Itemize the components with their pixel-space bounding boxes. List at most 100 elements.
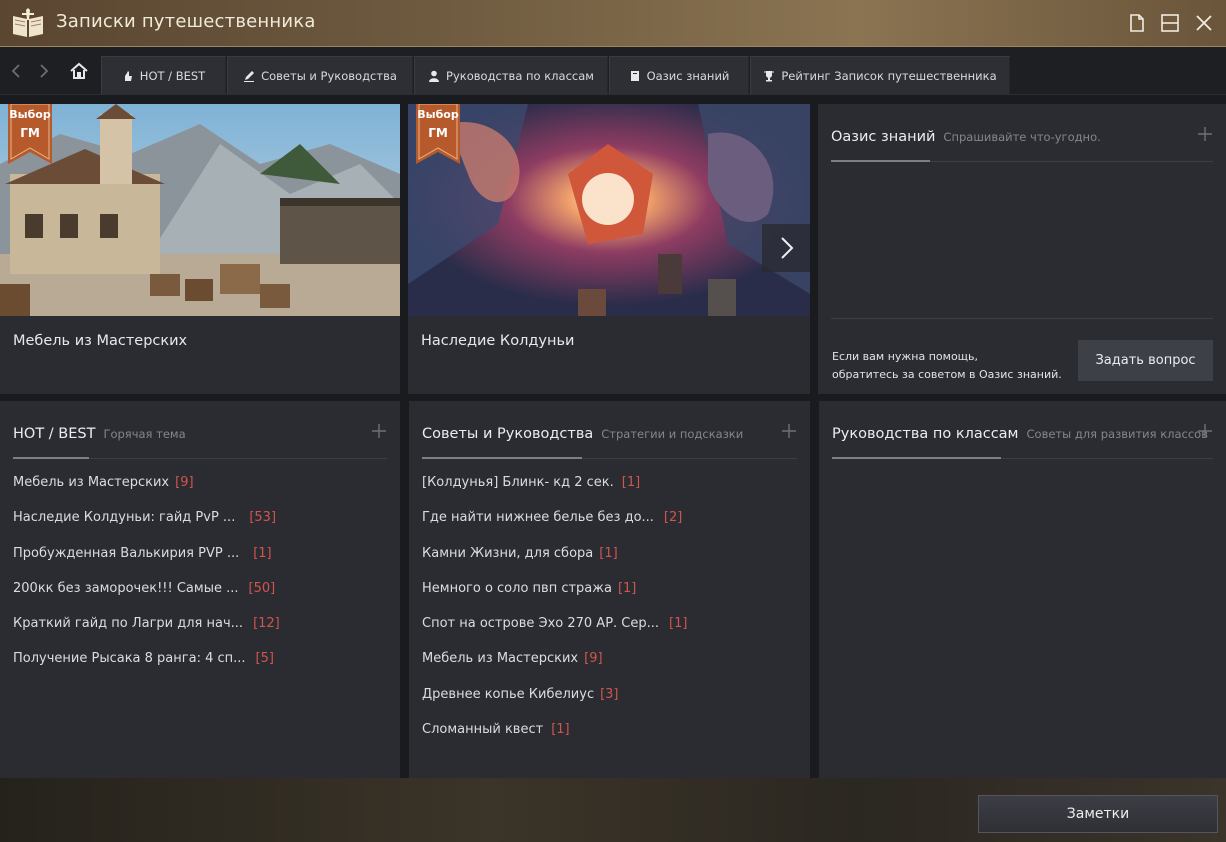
item-title: Где найти нижнее белье без до...	[422, 510, 654, 526]
list-item[interactable]: Камни Жизни, для сбора [1]	[422, 546, 797, 581]
user-icon	[429, 70, 440, 82]
add-plus-icon[interactable]	[781, 423, 797, 439]
featured-card-furniture[interactable]: Выбор ГМ Мебель из Мастерских	[0, 104, 400, 394]
book-logo-icon	[10, 6, 46, 40]
carousel-next-button[interactable]	[762, 224, 810, 272]
classes-subtitle: Советы для развития классов	[1026, 427, 1209, 441]
item-title: Пробужденная Валькирия PVP ...	[13, 545, 240, 561]
help-line1: Если вам нужна помощь,	[832, 350, 979, 363]
item-count: [50]	[248, 580, 276, 596]
list-item[interactable]: [Колдунья] Блинк- кд 2 сек. [1]	[422, 475, 797, 510]
gm-choice-badge: Выбор ГМ	[416, 104, 460, 164]
item-title: 200кк без заморочек!!! Самые ...	[13, 580, 239, 596]
title-bar: Записки путешественника	[0, 0, 1226, 47]
item-count: [9]	[175, 475, 194, 490]
pen-icon	[244, 70, 255, 82]
forward-arrow-icon[interactable]	[34, 61, 52, 81]
list-item[interactable]: Мебель из Мастерских [9]	[13, 475, 387, 510]
list-item[interactable]: Мебель из Мастерских [9]	[422, 651, 797, 686]
tab-rating[interactable]: Рейтинг Записок путешественника	[750, 56, 1010, 94]
list-item[interactable]: Получение Рысака 8 ранга: 4 сп... [5]	[13, 651, 387, 686]
badge-line2: ГМ	[428, 126, 448, 140]
list-item[interactable]: Где найти нижнее белье без до... [2]	[422, 510, 797, 545]
item-count: [1]	[621, 475, 641, 490]
guides-list: [Колдунья] Блинк- кд 2 сек. [1] Где найти…	[422, 475, 797, 757]
oasis-help-text: Если вам нужна помощь, обратитесь за сов…	[832, 348, 1062, 384]
item-count: [9]	[584, 651, 603, 667]
list-item[interactable]: Пробужденная Валькирия PVP ... [1]	[13, 546, 387, 581]
list-item[interactable]: 200кк без заморочек!!! Самые ... [50]	[13, 581, 387, 616]
hot-title: HOT / BEST	[13, 426, 96, 442]
featured-card-sorceress[interactable]: Выбор ГМ Наследие Колдуньи	[408, 104, 810, 394]
item-count: [1]	[599, 545, 618, 561]
hot-list: Мебель из Мастерских [9] Наследие Колдунь…	[13, 475, 387, 687]
item-count: [2]	[663, 510, 683, 526]
divider	[831, 318, 1213, 319]
featured-image-sorceress	[408, 104, 810, 316]
item-title: Мебель из Мастерских	[13, 475, 170, 490]
item-title: Наследие Колдуньи: гайд PvP ...	[13, 510, 236, 526]
item-count: [12]	[253, 616, 280, 632]
back-arrow-icon[interactable]	[8, 61, 26, 81]
featured-caption: Мебель из Мастерских	[13, 333, 188, 349]
tab-hot-best[interactable]: HOT / BEST	[101, 56, 226, 94]
add-plus-icon[interactable]	[1197, 423, 1213, 439]
item-count: [1]	[551, 722, 570, 738]
help-line2: обратитесь за советом в Оазис знаний.	[832, 368, 1062, 381]
item-title: Мебель из Мастерских	[422, 651, 579, 667]
item-count: [5]	[255, 651, 274, 667]
trophy-icon	[764, 70, 775, 81]
active-underline	[832, 457, 1001, 459]
item-count: [1]	[253, 545, 272, 561]
tab-label: Руководства по классам	[446, 68, 594, 83]
close-icon[interactable]	[1193, 12, 1215, 34]
list-item[interactable]: Немного о соло пвп стража [1]	[422, 581, 797, 616]
tab-label: Оазис знаний	[646, 68, 730, 83]
tab-oasis[interactable]: Оазис знаний	[609, 56, 749, 94]
nav-bar: HOT / BEST Советы и Руководства Руководс…	[0, 47, 1226, 95]
oasis-title: Оазис знаний	[831, 129, 936, 145]
item-title: Сломанный квест	[422, 722, 544, 738]
note-icon[interactable]	[1126, 12, 1148, 34]
item-title: Древнее копье Кибелиус	[422, 686, 595, 702]
tab-label: HOT / BEST	[139, 68, 206, 83]
add-plus-icon[interactable]	[1197, 126, 1213, 142]
tab-class-guides[interactable]: Руководства по классам	[414, 56, 608, 94]
window-title: Записки путешественника	[56, 11, 316, 32]
hot-subtitle: Горячая тема	[103, 427, 186, 441]
list-item[interactable]: Наследие Колдуньи: гайд PvP ... [53]	[13, 510, 387, 545]
ask-question-button[interactable]: Задать вопрос	[1078, 340, 1213, 381]
guides-title: Советы и Руководства	[422, 426, 594, 442]
list-item[interactable]: Спот на острове Эхо 270 АР. Сер... [1]	[422, 616, 797, 651]
list-item[interactable]: Краткий гайд по Лагри для нач... [12]	[13, 616, 387, 651]
tab-guides[interactable]: Советы и Руководства	[227, 56, 413, 94]
gm-choice-badge: Выбор ГМ	[8, 104, 52, 164]
featured-image-workshop	[0, 104, 400, 316]
badge-line1: Выбор	[9, 108, 51, 121]
hot-best-panel: HOT / BEST Горячая тема Мебель из Мастерс…	[0, 401, 400, 778]
badge-line2: ГМ	[20, 126, 40, 140]
active-underline	[422, 457, 582, 459]
active-underline	[831, 160, 930, 162]
add-plus-icon[interactable]	[371, 423, 387, 439]
active-underline	[13, 457, 89, 459]
home-icon[interactable]	[68, 61, 90, 81]
item-title: Немного о соло пвп стража	[422, 580, 612, 596]
maximize-icon[interactable]	[1159, 12, 1181, 34]
item-count: [3]	[600, 686, 619, 702]
item-title: Спот на острове Эхо 270 АР. Сер...	[422, 616, 660, 632]
list-item[interactable]: Древнее копье Кибелиус [3]	[422, 687, 797, 722]
hand-icon	[124, 70, 132, 81]
tab-label: Рейтинг Записок путешественника	[781, 68, 997, 83]
classes-title: Руководства по классам	[832, 426, 1019, 442]
guides-panel: Советы и Руководства Стратегии и подсказк…	[409, 401, 810, 778]
tab-label: Советы и Руководства	[261, 68, 397, 83]
list-item[interactable]: Сломанный квест [1]	[422, 722, 797, 757]
item-title: Получение Рысака 8 ранга: 4 сп...	[13, 651, 246, 667]
oasis-subtitle: Спрашивайте что-угодно.	[943, 130, 1101, 144]
featured-caption: Наследие Колдуньи	[421, 333, 575, 349]
item-title: Камни Жизни, для сбора	[422, 545, 594, 561]
chevron-right-icon	[781, 237, 794, 259]
notes-button[interactable]: Заметки	[978, 795, 1218, 833]
guides-subtitle: Стратегии и подсказки	[601, 427, 744, 441]
